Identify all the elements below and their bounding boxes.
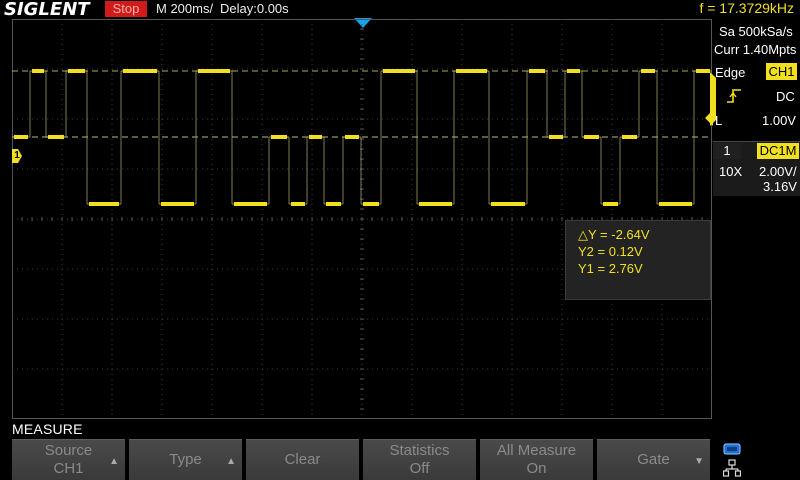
timebase-readout[interactable]: M 200ms/ xyxy=(156,1,213,17)
graticule xyxy=(12,19,712,419)
softkey-value: Off xyxy=(409,460,430,477)
cursor-readout-panel: △Y = -2.64V Y2 = 0.12V Y1 = 2.76V xyxy=(565,220,711,300)
vertical-offset: 3.16V xyxy=(763,179,797,194)
softkey-all-measure[interactable]: All Measure On xyxy=(480,439,593,480)
channel-coupling-badge: DC1M xyxy=(757,143,799,159)
softkey-statistics[interactable]: Statistics Off xyxy=(363,439,476,480)
softkey-label: Type xyxy=(169,451,202,468)
softkey-gate[interactable]: Gate ▼ xyxy=(597,439,710,480)
y1-readout: Y1 = 2.76V xyxy=(578,261,643,276)
softkey-value: On xyxy=(526,460,547,477)
softkey-label: Gate xyxy=(637,451,670,468)
memory-depth-readout: Curr 1.40Mpts xyxy=(714,42,797,57)
channel-number-badge: 1 xyxy=(713,143,741,159)
run-stop-badge[interactable]: Stop xyxy=(105,1,147,17)
submenu-down-arrow-icon: ▼ xyxy=(694,456,704,467)
trigger-source-badge[interactable]: CH1 xyxy=(766,63,797,80)
waveform-display[interactable]: 1 xyxy=(12,19,712,419)
trigger-level-value: 1.00V xyxy=(762,113,796,128)
submenu-up-arrow-icon: ▲ xyxy=(109,456,119,467)
channel-panel[interactable]: 1 DC1M 10X 2.00V/ 3.16V xyxy=(713,141,800,196)
frequency-readout: f = 17.3729kHz xyxy=(699,0,794,16)
vertical-scale: 2.00V/ xyxy=(759,164,797,179)
softkey-bar: Source CH1 ▲ Type ▲ Clear Statistics Off All Mea… xyxy=(12,439,712,480)
probe-attenuation: 10X xyxy=(719,164,743,179)
brand-logo: SIGLENT xyxy=(4,0,90,20)
trigger-type: Edge xyxy=(715,65,746,80)
softkey-label: All Measure xyxy=(496,442,577,459)
sample-rate-readout: Sa 500kSa/s xyxy=(719,24,793,39)
trigger-coupling: DC xyxy=(776,89,795,104)
submenu-up-arrow-icon: ▲ xyxy=(226,456,236,467)
y2-readout: Y2 = 0.12V xyxy=(578,244,643,259)
softkey-type[interactable]: Type ▲ xyxy=(129,439,242,480)
network-icon xyxy=(723,459,741,477)
softkey-label: Clear xyxy=(284,451,321,468)
trigger-bracket-icon xyxy=(710,72,716,126)
delay-readout[interactable]: Delay:0.00s xyxy=(220,1,289,17)
delta-y-readout: △Y = -2.64V xyxy=(578,227,650,242)
softkey-clear[interactable]: Clear xyxy=(246,439,359,480)
usb-icon xyxy=(723,443,741,455)
status-icons xyxy=(713,439,800,480)
softkey-label: Statistics xyxy=(389,442,450,459)
rising-edge-icon xyxy=(727,89,741,103)
softkey-label: Source xyxy=(44,442,93,459)
status-bar: SIGLENT Stop M 200ms/ Delay:0.00s f = 17… xyxy=(0,0,800,20)
softkey-value: CH1 xyxy=(53,460,84,477)
softkey-source[interactable]: Source CH1 ▲ xyxy=(12,439,125,480)
trigger-level-label: L xyxy=(715,113,723,128)
grid-lines xyxy=(12,19,712,419)
menu-title: MEASURE xyxy=(12,421,83,437)
